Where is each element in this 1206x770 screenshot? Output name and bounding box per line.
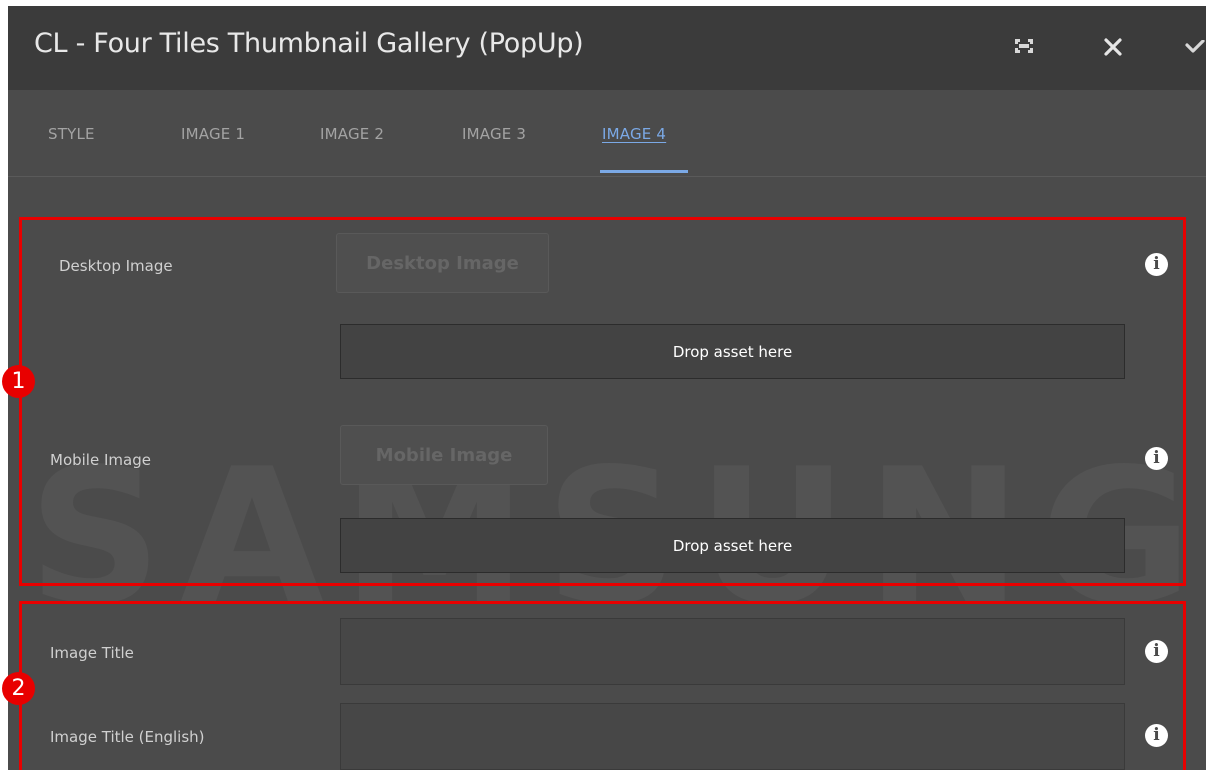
mobile-image-label: Mobile Image: [50, 451, 151, 469]
annotation-marker-1: 1: [2, 365, 35, 398]
tab-style[interactable]: STYLE: [48, 125, 95, 143]
tab-image-1[interactable]: IMAGE 1: [181, 125, 245, 143]
desktop-image-browse-button[interactable]: Desktop Image: [336, 233, 549, 293]
active-tab-indicator: [600, 170, 688, 173]
tab-image-4[interactable]: IMAGE 4: [602, 125, 666, 143]
tab-image-3[interactable]: IMAGE 3: [462, 125, 526, 143]
check-icon[interactable]: [1184, 40, 1206, 56]
mobile-image-dropzone[interactable]: Drop asset here: [340, 518, 1125, 573]
close-icon[interactable]: [1103, 37, 1123, 57]
desktop-image-label: Desktop Image: [59, 257, 173, 275]
image-title-label: Image Title: [50, 644, 134, 662]
dialog-header: CL - Four Tiles Thumbnail Gallery (PopUp…: [8, 6, 1206, 90]
dialog-title: CL - Four Tiles Thumbnail Gallery (PopUp…: [34, 28, 584, 59]
desktop-image-dropzone[interactable]: Drop asset here: [340, 324, 1125, 379]
image-title-info-icon[interactable]: i: [1145, 640, 1168, 663]
image-title-input[interactable]: [340, 618, 1125, 685]
desktop-image-info-icon[interactable]: i: [1145, 253, 1168, 276]
mobile-image-browse-button[interactable]: Mobile Image: [340, 425, 548, 485]
mobile-image-info-icon[interactable]: i: [1145, 447, 1168, 470]
dialog: CL - Four Tiles Thumbnail Gallery (PopUp…: [8, 6, 1206, 770]
tab-image-2[interactable]: IMAGE 2: [320, 125, 384, 143]
fullscreen-icon[interactable]: [1014, 38, 1034, 54]
image-title-english-input[interactable]: [340, 703, 1125, 770]
annotation-marker-2: 2: [2, 672, 35, 705]
image-title-english-label: Image Title (English): [50, 728, 205, 746]
image-title-english-info-icon[interactable]: i: [1145, 724, 1168, 747]
tab-bar: STYLE IMAGE 1 IMAGE 2 IMAGE 3 IMAGE 4: [8, 90, 1206, 177]
